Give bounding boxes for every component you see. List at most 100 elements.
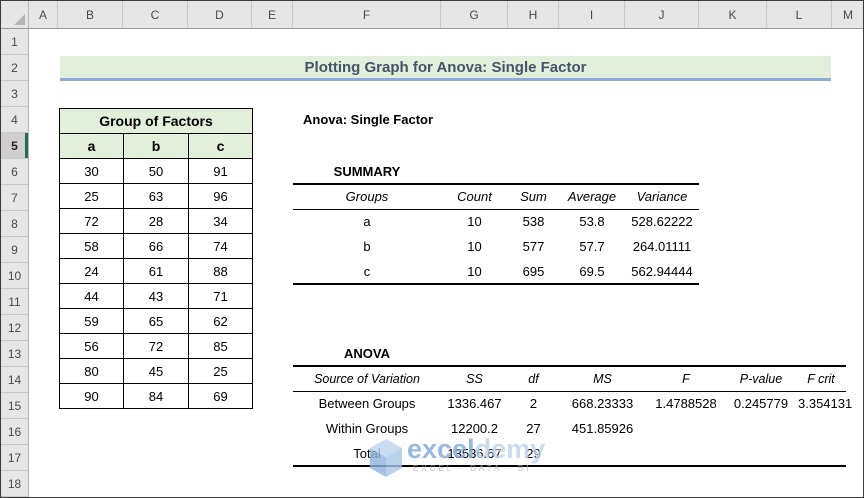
column-header-H[interactable]: H bbox=[508, 1, 559, 28]
cell[interactable]: 53.8 bbox=[559, 209, 625, 234]
cell[interactable] bbox=[796, 416, 846, 441]
cell[interactable]: MS bbox=[559, 366, 646, 391]
cell[interactable]: Between Groups bbox=[293, 391, 441, 416]
cell[interactable]: 264.01111 bbox=[625, 234, 699, 259]
cell[interactable]: 96 bbox=[187, 183, 254, 209]
row-header-18[interactable]: 18 bbox=[1, 471, 28, 497]
row-header-4[interactable]: 4 bbox=[1, 107, 28, 133]
cell[interactable]: 80 bbox=[59, 358, 124, 384]
row-header-12[interactable]: 12 bbox=[1, 315, 28, 341]
cell[interactable]: 10 bbox=[441, 234, 508, 259]
cell[interactable]: 84 bbox=[123, 383, 189, 409]
cell[interactable]: 66 bbox=[123, 233, 189, 259]
cell[interactable] bbox=[646, 416, 726, 441]
row-header-2[interactable]: 2 bbox=[1, 55, 28, 81]
cell[interactable]: 65 bbox=[123, 308, 189, 334]
cell[interactable]: 668.23333 bbox=[559, 391, 646, 416]
cell[interactable]: 528.62222 bbox=[625, 209, 699, 234]
column-header-C[interactable]: C bbox=[123, 1, 188, 28]
cell[interactable]: 61 bbox=[123, 258, 189, 284]
cell[interactable]: 74 bbox=[187, 233, 254, 259]
row-header-9[interactable]: 9 bbox=[1, 237, 28, 263]
cell[interactable]: 72 bbox=[123, 333, 189, 359]
cell[interactable]: 10 bbox=[441, 259, 508, 284]
row-header-8[interactable]: 8 bbox=[1, 211, 28, 237]
cell[interactable] bbox=[726, 416, 796, 441]
cell[interactable]: 13536.67 bbox=[441, 441, 508, 466]
row-header-17[interactable]: 17 bbox=[1, 445, 28, 471]
row-header-6[interactable]: 6 bbox=[1, 159, 28, 185]
cell[interactable]: P-value bbox=[726, 366, 796, 391]
cell[interactable]: df bbox=[508, 366, 559, 391]
cell[interactable]: 45 bbox=[123, 358, 189, 384]
cell[interactable]: 58 bbox=[59, 233, 124, 259]
row-header-15[interactable]: 15 bbox=[1, 393, 28, 419]
column-header-A[interactable]: A bbox=[29, 1, 58, 28]
cell[interactable]: 3.354131 bbox=[796, 391, 852, 416]
cell[interactable]: 56 bbox=[59, 333, 124, 359]
cell[interactable]: c bbox=[187, 133, 254, 159]
cell[interactable]: SS bbox=[441, 366, 508, 391]
cell[interactable]: 27 bbox=[508, 416, 559, 441]
cell[interactable]: 695 bbox=[508, 259, 559, 284]
cell[interactable]: a bbox=[293, 209, 441, 234]
cell[interactable]: 451.85926 bbox=[559, 416, 646, 441]
row-header-3[interactable]: 3 bbox=[1, 81, 28, 107]
cell[interactable]: 91 bbox=[187, 158, 254, 184]
cell[interactable] bbox=[646, 441, 726, 466]
cell[interactable]: 69.5 bbox=[559, 259, 625, 284]
cell[interactable] bbox=[796, 441, 846, 466]
cell[interactable]: 72 bbox=[59, 208, 124, 234]
column-header-F[interactable]: F bbox=[293, 1, 441, 28]
column-header-I[interactable]: I bbox=[559, 1, 625, 28]
select-all-corner[interactable] bbox=[1, 1, 29, 28]
cell[interactable]: a bbox=[59, 133, 124, 159]
cell[interactable]: Average bbox=[559, 184, 625, 209]
row-header-14[interactable]: 14 bbox=[1, 367, 28, 393]
cell[interactable]: 69 bbox=[187, 383, 254, 409]
cell[interactable]: c bbox=[293, 259, 441, 284]
cell[interactable]: Total bbox=[293, 441, 441, 466]
cell[interactable]: 57.7 bbox=[559, 234, 625, 259]
cell[interactable]: 1336.467 bbox=[441, 391, 508, 416]
anova-output-heading-cell[interactable]: Anova: Single Factor bbox=[303, 107, 433, 133]
cell[interactable]: Within Groups bbox=[293, 416, 441, 441]
cell[interactable]: Sum bbox=[508, 184, 559, 209]
cell[interactable]: 43 bbox=[123, 283, 189, 309]
cell[interactable]: 538 bbox=[508, 209, 559, 234]
row-header-7[interactable]: 7 bbox=[1, 185, 28, 211]
column-header-B[interactable]: B bbox=[58, 1, 123, 28]
cell[interactable]: F bbox=[646, 366, 726, 391]
group-table-title-cell[interactable]: Group of Factors bbox=[58, 108, 254, 134]
cell[interactable]: 1.4788528 bbox=[646, 391, 726, 416]
cell[interactable]: 25 bbox=[59, 183, 124, 209]
cell[interactable]: 12200.2 bbox=[441, 416, 508, 441]
cell[interactable]: 62 bbox=[187, 308, 254, 334]
row-header-13[interactable]: 13 bbox=[1, 341, 28, 367]
column-header-J[interactable]: J bbox=[625, 1, 699, 28]
cell[interactable]: 44 bbox=[59, 283, 124, 309]
cell[interactable]: Source of Variation bbox=[293, 366, 441, 391]
row-header-5[interactable]: 5 bbox=[1, 133, 28, 159]
cell[interactable]: Groups bbox=[293, 184, 441, 209]
cell[interactable]: Count bbox=[441, 184, 508, 209]
cell[interactable]: Variance bbox=[625, 184, 699, 209]
cell[interactable]: 88 bbox=[187, 258, 254, 284]
column-header-D[interactable]: D bbox=[188, 1, 252, 28]
row-header-11[interactable]: 11 bbox=[1, 289, 28, 315]
cell[interactable]: 30 bbox=[59, 158, 124, 184]
cell[interactable]: 29 bbox=[508, 441, 559, 466]
cell[interactable]: 24 bbox=[59, 258, 124, 284]
cell[interactable]: 10 bbox=[441, 209, 508, 234]
cell[interactable]: 59 bbox=[59, 308, 124, 334]
cell[interactable]: 562.94444 bbox=[625, 259, 699, 284]
cell[interactable]: 25 bbox=[187, 358, 254, 384]
anova-label-cell[interactable]: ANOVA bbox=[293, 341, 441, 367]
cell[interactable] bbox=[559, 441, 646, 466]
cell[interactable]: 28 bbox=[123, 208, 189, 234]
cell[interactable]: 50 bbox=[123, 158, 189, 184]
cell[interactable]: 577 bbox=[508, 234, 559, 259]
column-header-L[interactable]: L bbox=[767, 1, 832, 28]
row-header-16[interactable]: 16 bbox=[1, 419, 28, 445]
cell[interactable] bbox=[726, 441, 796, 466]
